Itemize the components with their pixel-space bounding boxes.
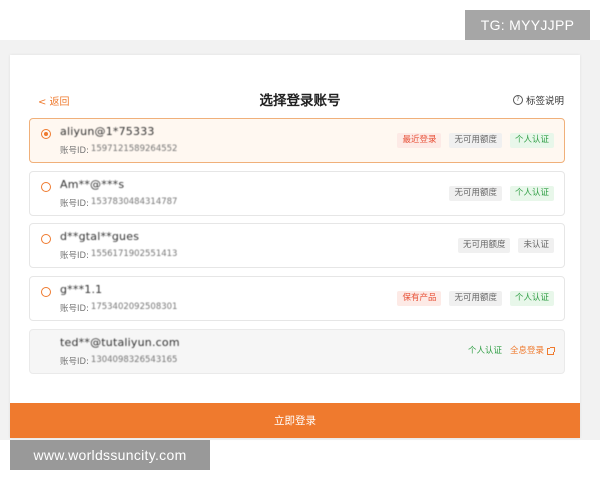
account-id-value: 1556171902551413 [90, 249, 178, 259]
account-id: 账号ID: 1753402092508301 [60, 302, 177, 314]
external-link-icon [547, 347, 555, 355]
account-id-value: 1537830484314787 [90, 197, 178, 207]
account-item-4[interactable]: g***1.1 账号ID: 1753402092508301 保有产品 无可用额… [29, 276, 565, 321]
account-item-3[interactable]: d**gtal**gues 账号ID: 1556171902551413 无可用… [29, 223, 565, 268]
tag-help-label: 标签说明 [526, 96, 565, 107]
tag-help-link[interactable]: ? 标签说明 [513, 93, 564, 107]
account-name: aliyun@1*75333 [60, 125, 155, 138]
radio-unselected[interactable] [41, 182, 51, 192]
watermark-banner: www.worldssuncity.com [10, 440, 210, 470]
account-tags: 保有产品 无可用额度 个人认证 [397, 291, 554, 306]
account-tags: 无可用额度 个人认证 [449, 186, 554, 201]
account-id: 账号ID: 1537830484314787 [60, 197, 177, 209]
account-id: 账号ID: 1304098326543165 [60, 355, 177, 367]
account-name: d**gtal**gues [60, 230, 140, 243]
account-tags: 无可用额度 未认证 [457, 238, 554, 253]
account-id-prefix: 账号ID: [60, 199, 89, 209]
account-id-value: 1304098326543165 [90, 355, 178, 365]
tag-unverified: 未认证 [518, 238, 554, 253]
tag-no-quota: 无可用额度 [449, 291, 502, 306]
account-id-prefix: 账号ID: [60, 357, 89, 367]
login-now-button[interactable]: 立即登录 [10, 403, 580, 438]
tag-personal-verified: 个人认证 [509, 133, 554, 148]
account-id-prefix: 账号ID: [60, 251, 89, 261]
account-id-value: 1753402092508301 [90, 302, 178, 312]
account-tags: 最近登录 无可用额度 个人认证 [397, 133, 554, 148]
account-name: ted**@tutaliyun.com [60, 336, 180, 349]
account-name: Am**@***s [60, 178, 125, 191]
radio-selected[interactable] [41, 129, 51, 139]
tag-personal-verified: 个人认证 [509, 291, 554, 306]
account-id-prefix: 账号ID: [60, 146, 89, 156]
account-id-prefix: 账号ID: [60, 304, 89, 314]
radio-unselected[interactable] [41, 234, 51, 244]
account-item-1[interactable]: aliyun@1*75333 账号ID: 1597121589264552 最近… [29, 118, 565, 163]
tg-badge: TG: MYYJJPP [465, 10, 590, 40]
question-circle-icon: ? [513, 95, 523, 105]
tag-personal-verified: 个人认证 [509, 186, 554, 201]
holo-login-link[interactable]: 全息登录 [509, 344, 555, 359]
page-title: 选择登录账号 [259, 93, 341, 109]
account-item-2[interactable]: Am**@***s 账号ID: 1537830484314787 无可用额度 个… [29, 171, 565, 216]
radio-unselected[interactable] [41, 287, 51, 297]
tag-recent-login: 最近登录 [397, 133, 442, 148]
account-id: 账号ID: 1556171902551413 [60, 249, 177, 261]
account-item-5: ted**@tutaliyun.com 账号ID: 13040983265431… [29, 329, 565, 374]
tag-personal-verified: 个人认证 [467, 346, 502, 356]
account-name: g***1.1 [60, 283, 103, 296]
tag-owned-products: 保有产品 [397, 291, 442, 306]
account-id: 账号ID: 1597121589264552 [60, 144, 177, 156]
account-tags: 个人认证 全息登录 [467, 344, 555, 359]
account-id-value: 1597121589264552 [90, 144, 178, 154]
holo-login-label: 全息登录 [509, 346, 544, 356]
tag-no-quota: 无可用额度 [449, 133, 502, 148]
tag-no-quota: 无可用额度 [449, 186, 502, 201]
tag-no-quota: 无可用额度 [457, 238, 511, 253]
